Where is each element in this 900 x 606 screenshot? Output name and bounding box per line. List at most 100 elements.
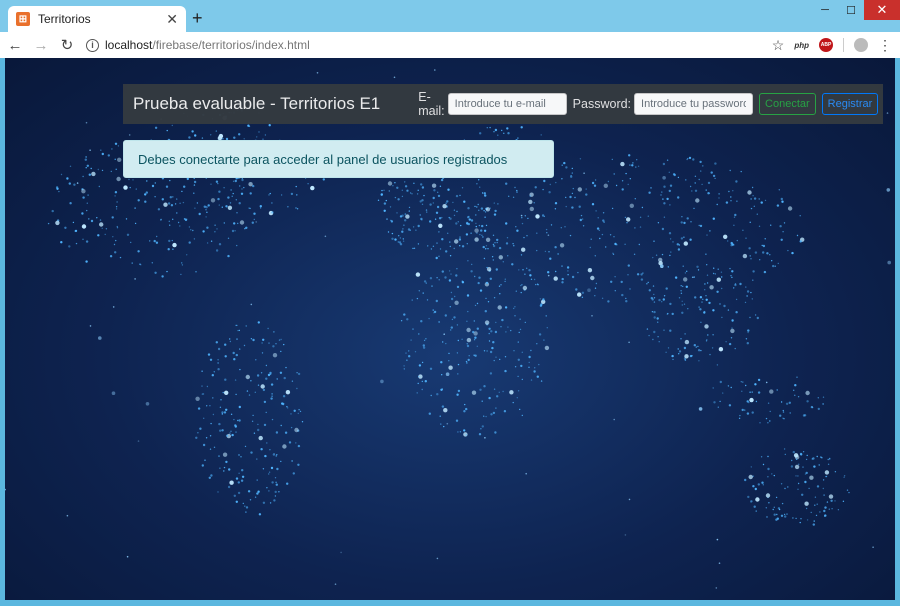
background-star <box>613 418 615 421</box>
map-light-dot <box>288 441 292 444</box>
map-light-dot <box>667 312 669 315</box>
map-light-dot <box>545 228 548 231</box>
map-light-dot <box>81 224 87 229</box>
map-light-dot <box>268 342 270 344</box>
map-light-dot <box>786 513 788 515</box>
map-light-dot <box>448 270 451 272</box>
menu-dots-icon[interactable]: ⋮ <box>878 38 892 52</box>
close-icon[interactable]: ✕ <box>166 11 178 28</box>
map-light-dot <box>648 191 651 194</box>
maximize-icon[interactable]: ☐ <box>838 0 864 20</box>
map-light-dot <box>193 238 196 240</box>
map-light-dot <box>665 351 667 353</box>
map-light-dot <box>669 184 673 187</box>
map-light-dot <box>237 481 240 484</box>
map-light-dot <box>621 293 624 297</box>
background-star <box>89 149 91 151</box>
map-light-dot <box>777 262 779 265</box>
back-arrow-icon[interactable]: ← <box>4 34 26 56</box>
map-light-dot <box>705 298 708 301</box>
map-light-dot <box>494 330 498 334</box>
map-light-dot <box>779 225 782 228</box>
map-light-dot <box>435 299 438 303</box>
map-light-dot <box>135 188 137 190</box>
map-light-dot <box>579 218 582 222</box>
map-light-dot <box>826 501 829 503</box>
map-light-dot <box>783 448 786 450</box>
map-light-dot <box>377 199 380 201</box>
map-light-dot <box>227 485 231 489</box>
map-light-dot <box>405 214 410 219</box>
minimize-icon[interactable]: ─ <box>812 0 838 20</box>
map-light-dot <box>491 346 494 350</box>
map-light-dot <box>736 239 738 242</box>
plus-icon[interactable]: + <box>192 8 203 28</box>
map-light-dot <box>456 268 458 270</box>
map-light-dot <box>109 255 113 258</box>
map-light-dot <box>816 455 818 458</box>
map-light-dot <box>787 206 793 211</box>
map-light-dot <box>467 358 470 362</box>
connect-button[interactable]: Conectar <box>759 93 816 115</box>
map-light-dot <box>843 475 846 477</box>
window-close-icon[interactable]: ✕ <box>864 0 900 20</box>
map-light-dot <box>830 499 833 502</box>
map-light-dot <box>696 265 699 268</box>
map-light-dot <box>287 407 289 409</box>
map-light-dot <box>590 238 592 240</box>
map-light-dot <box>668 189 671 193</box>
map-light-dot <box>730 328 735 334</box>
map-light-dot <box>822 479 825 481</box>
map-light-dot <box>678 297 681 299</box>
map-light-dot <box>721 316 723 319</box>
background-star <box>591 315 593 317</box>
profile-icon[interactable] <box>854 38 868 52</box>
map-light-dot <box>478 433 482 436</box>
map-light-dot <box>390 219 392 222</box>
map-light-dot <box>804 501 809 506</box>
forward-arrow-icon[interactable]: → <box>30 34 52 56</box>
map-light-dot <box>422 344 425 347</box>
map-light-dot <box>201 137 204 139</box>
map-light-dot <box>426 211 428 213</box>
map-light-dot <box>252 414 254 417</box>
map-light-dot <box>439 415 441 417</box>
map-light-dot <box>268 471 271 473</box>
map-light-dot <box>557 253 559 255</box>
map-light-dot <box>425 209 428 211</box>
map-light-dot <box>436 205 440 209</box>
adblock-icon[interactable]: ABP <box>819 38 833 52</box>
map-light-dot <box>481 400 483 402</box>
navbar-brand[interactable]: Prueba evaluable - Territorios E1 <box>133 94 380 114</box>
map-light-dot <box>485 224 488 227</box>
map-light-dot <box>553 276 558 281</box>
php-extension-icon[interactable]: php <box>794 41 809 50</box>
map-light-dot <box>443 408 448 413</box>
map-light-dot <box>233 222 236 225</box>
map-light-dot <box>416 193 419 195</box>
map-light-dot <box>824 514 827 517</box>
map-light-dot <box>796 376 798 378</box>
map-light-dot <box>520 254 523 256</box>
info-icon[interactable]: i <box>86 38 99 52</box>
star-icon[interactable]: ☆ <box>772 37 785 54</box>
browser-tab[interactable]: ⊞ Territorios ✕ <box>8 6 186 32</box>
password-input[interactable] <box>634 93 754 115</box>
map-light-dot <box>663 216 666 218</box>
map-light-dot <box>241 469 244 472</box>
map-light-dot <box>487 301 490 303</box>
map-light-dot <box>485 237 491 242</box>
map-light-dot <box>474 237 479 242</box>
email-input[interactable] <box>447 93 567 115</box>
map-light-dot <box>250 380 252 382</box>
map-light-dot <box>728 190 730 193</box>
address-bar[interactable]: i localhost/firebase/territorios/index.h… <box>86 34 766 56</box>
background-star <box>587 288 591 292</box>
map-light-dot <box>706 264 708 266</box>
map-light-dot <box>758 225 761 227</box>
reload-icon[interactable]: ↻ <box>56 34 78 56</box>
map-light-dot <box>521 378 523 381</box>
map-light-dot <box>450 326 453 329</box>
map-light-dot <box>563 161 566 165</box>
register-button[interactable]: Registrar <box>821 93 879 115</box>
